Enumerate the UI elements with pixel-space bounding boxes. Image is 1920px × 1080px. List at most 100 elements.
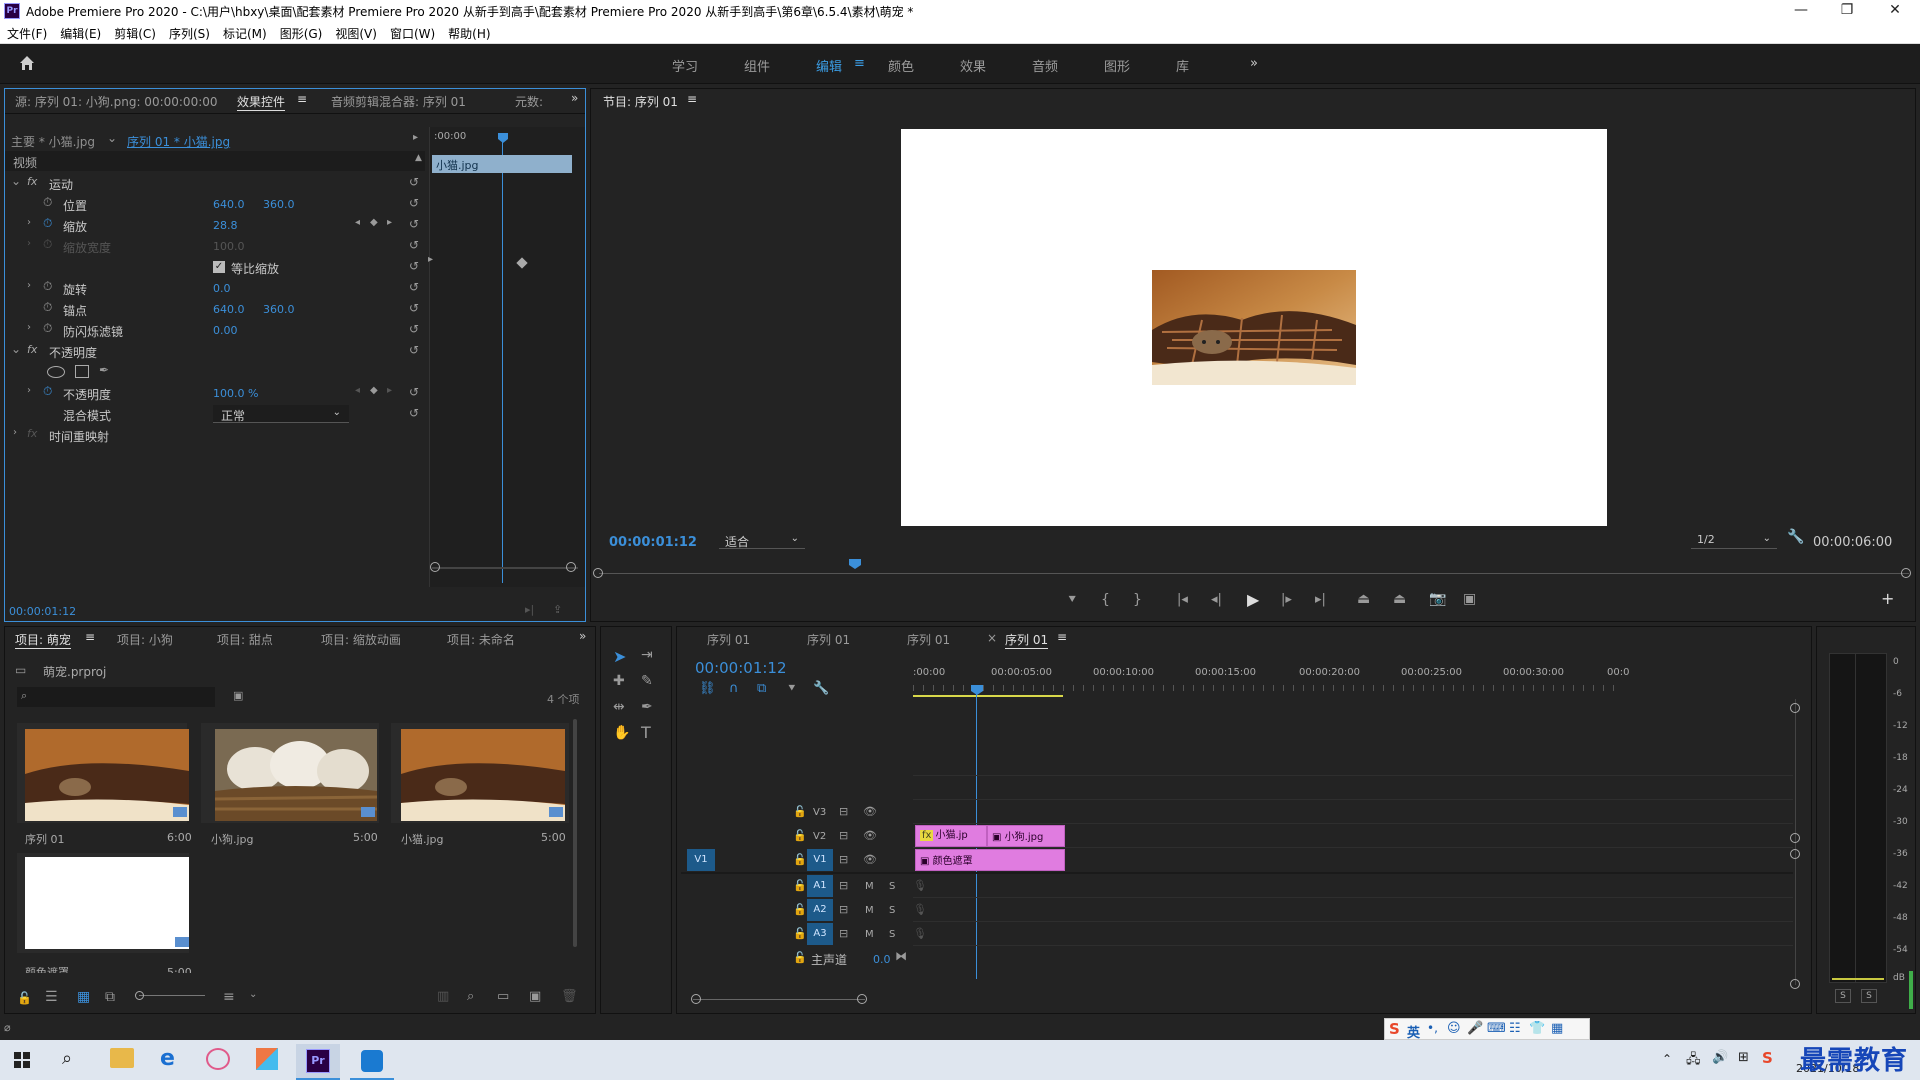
project-item-sequence[interactable]: [17, 723, 189, 823]
tab-project-zoom[interactable]: 项目: 缩放动画: [321, 631, 401, 648]
tab-sequence-3[interactable]: 序列 01: [907, 631, 950, 648]
vscroll-handle[interactable]: [1790, 703, 1800, 713]
sogou-tray-icon[interactable]: S: [1762, 1049, 1773, 1067]
file-explorer-icon[interactable]: [110, 1048, 134, 1068]
automate-icon[interactable]: ▥: [437, 989, 449, 1004]
reset-icon[interactable]: ↺: [409, 196, 419, 210]
menu-sequence[interactable]: 序列(S): [162, 22, 216, 42]
keyframe-diamond-icon[interactable]: [516, 257, 528, 269]
reset-icon[interactable]: ↺: [409, 385, 419, 399]
keyboard-icon[interactable]: ⌨: [1487, 1021, 1506, 1036]
expand-chevron-icon[interactable]: ⌄: [11, 174, 21, 188]
track-label-v2[interactable]: V2: [813, 831, 826, 842]
work-area-bar[interactable]: [913, 695, 1063, 697]
solo-button[interactable]: S: [889, 881, 895, 892]
step-forward-icon[interactable]: |▸: [1281, 592, 1292, 607]
prev-keyframe-icon[interactable]: ◂: [355, 217, 360, 228]
workspace-libraries[interactable]: 库: [1176, 56, 1189, 75]
microphone-icon[interactable]: 🎙: [913, 927, 927, 940]
next-keyframe-icon[interactable]: ▸: [387, 217, 392, 228]
collapse-up-icon[interactable]: ▲: [415, 153, 422, 163]
eye-icon[interactable]: 👁: [863, 829, 877, 842]
workspace-editing[interactable]: 编辑: [816, 56, 842, 75]
lock-track-icon[interactable]: 🔓: [793, 927, 807, 940]
track-label-a1[interactable]: A1: [807, 875, 833, 897]
user-icon[interactable]: ☷: [1509, 1021, 1521, 1036]
resolution-select[interactable]: 1/2 ⌄: [1691, 531, 1777, 549]
sequence-clip-link[interactable]: 序列 01 * 小猫.jpg: [127, 133, 230, 150]
menu-window[interactable]: 窗口(W): [383, 22, 441, 42]
voice-icon[interactable]: 🎤: [1467, 1021, 1483, 1036]
sort-icon[interactable]: ≡: [223, 989, 235, 1005]
menu-file[interactable]: 文件(F): [0, 22, 53, 42]
scrubber-start-handle[interactable]: [593, 568, 603, 578]
go-to-end-icon[interactable]: ⧓: [895, 949, 907, 963]
chevron-down-icon[interactable]: ⌄: [249, 989, 257, 1000]
tab-audio-mixer[interactable]: 音频剪辑混合器: 序列 01: [331, 93, 466, 110]
add-keyframe-icon[interactable]: ◆: [370, 385, 378, 396]
network-icon[interactable]: 🖧: [1686, 1050, 1701, 1072]
step-back-icon[interactable]: ◂|: [1211, 592, 1222, 607]
stopwatch-icon[interactable]: ⏱: [43, 321, 52, 336]
stopwatch-icon[interactable]: ⏱: [43, 195, 52, 210]
workspace-color[interactable]: 颜色: [888, 56, 914, 75]
anchor-x-value[interactable]: 640.0: [213, 303, 245, 316]
motion-row[interactable]: ⌄ fx 运动 ↺: [5, 173, 425, 193]
lock-track-icon[interactable]: 🔓: [793, 805, 807, 818]
workspace-assembly[interactable]: 组件: [744, 56, 770, 75]
prev-keyframe-icon[interactable]: ◂: [355, 385, 360, 396]
zoom-handle-left[interactable]: [430, 562, 440, 572]
extract-icon[interactable]: ⏏: [1393, 591, 1406, 607]
timeline-menu-icon[interactable]: ≡: [1057, 630, 1067, 644]
position-x-value[interactable]: 640.0: [213, 198, 245, 211]
minimize-button[interactable]: —: [1786, 2, 1816, 20]
vscroll-handle[interactable]: [1790, 849, 1800, 859]
lock-icon[interactable]: 🔓: [17, 991, 32, 1005]
snap-icon[interactable]: ∩: [729, 681, 739, 696]
hand-tool-icon[interactable]: ✋: [613, 725, 630, 741]
track-select-tool-icon[interactable]: ⇥: [641, 647, 653, 663]
play-icon[interactable]: ▶: [1247, 590, 1259, 609]
expand-right-icon[interactable]: ›: [27, 217, 31, 228]
meter-solo-left[interactable]: S: [1835, 989, 1851, 1003]
new-bin-icon[interactable]: ▭: [497, 989, 509, 1004]
source-patch-v1[interactable]: V1: [687, 849, 715, 871]
reset-icon[interactable]: ↺: [409, 175, 419, 189]
expand-right-icon[interactable]: ›: [13, 427, 17, 438]
sync-lock-icon[interactable]: ⊟: [839, 879, 848, 892]
more-tabs-icon[interactable]: »: [579, 629, 586, 643]
search-icon[interactable]: ⌕: [62, 1048, 72, 1069]
expand-right-icon[interactable]: ›: [27, 385, 31, 396]
premiere-taskbar-button[interactable]: Pr: [296, 1044, 340, 1080]
position-y-value[interactable]: 360.0: [263, 198, 295, 211]
effect-zoom-slider[interactable]: [432, 567, 578, 569]
tab-project-dog[interactable]: 项目: 小狗: [117, 631, 173, 648]
reset-icon[interactable]: ↺: [409, 343, 419, 357]
eye-icon[interactable]: 👁: [863, 805, 877, 818]
app-icon[interactable]: [206, 1048, 230, 1070]
sync-lock-icon[interactable]: ⊟: [839, 805, 848, 818]
eye-icon[interactable]: 👁: [863, 853, 877, 866]
insert-nest-icon[interactable]: ⛓: [699, 681, 716, 696]
pen-mask-icon[interactable]: ✒: [99, 363, 109, 377]
mark-out-icon[interactable]: }: [1133, 592, 1142, 608]
more-tabs-icon[interactable]: »: [571, 91, 578, 105]
timeline-settings-icon[interactable]: 🔧: [813, 681, 829, 696]
uniform-scale-checkbox[interactable]: ✓: [213, 261, 225, 273]
razor-tool-icon[interactable]: ✎: [641, 673, 653, 689]
play-only-icon[interactable]: ▸|: [525, 603, 534, 616]
track-label-v1[interactable]: V1: [807, 849, 833, 871]
list-view-icon[interactable]: ☰: [45, 989, 58, 1005]
mark-in-icon[interactable]: {: [1101, 592, 1110, 608]
workspace-audio[interactable]: 音频: [1032, 56, 1058, 75]
effect-playhead[interactable]: [498, 133, 508, 143]
emoji-icon[interactable]: ☺: [1447, 1021, 1461, 1036]
zoom-handle-right[interactable]: [566, 562, 576, 572]
linked-selection-icon[interactable]: ⧉: [757, 681, 766, 696]
go-to-in-icon[interactable]: |◂: [1177, 592, 1188, 607]
stopwatch-icon[interactable]: ⏱: [43, 300, 52, 315]
stopwatch-active-icon[interactable]: ⏱: [43, 384, 52, 399]
rectangle-mask-icon[interactable]: [75, 365, 89, 378]
find-icon[interactable]: ⌕: [467, 989, 474, 1004]
track-label-a3[interactable]: A3: [807, 923, 833, 945]
